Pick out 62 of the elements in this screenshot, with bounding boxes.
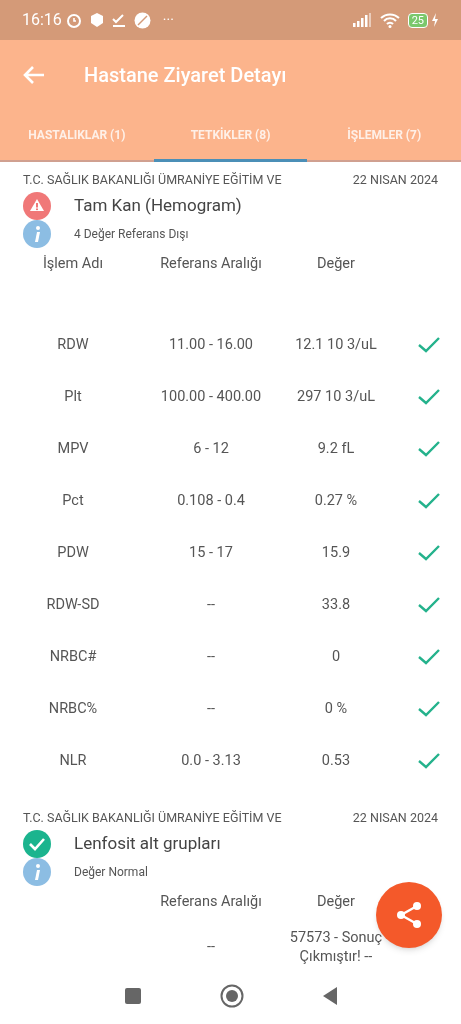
hospital-name: T.C. SAĞLIK BAKANLIĞI ÜMRANİYE EĞİTİM VE bbox=[23, 808, 282, 827]
share-icon bbox=[394, 900, 424, 930]
wifi-icon bbox=[379, 12, 400, 28]
info-text: 4 Değer Referans Dışı bbox=[74, 225, 189, 243]
table-cell-text: 0 bbox=[330, 647, 342, 667]
table-cell-text: NLR bbox=[58, 750, 88, 771]
table-cell-text: -- bbox=[206, 936, 216, 957]
square-icon bbox=[123, 987, 142, 1005]
table-cell-text: Plt bbox=[63, 386, 83, 407]
home-icon bbox=[219, 984, 244, 1008]
table-cell-text: 12.1 10 3/uL bbox=[294, 335, 378, 355]
date-text: 22 NISAN 2024 bbox=[352, 171, 438, 189]
table-cell-text: RDW-SD bbox=[45, 594, 101, 615]
more-text: ··· bbox=[162, 10, 174, 30]
table-cell-text: 0.53 bbox=[320, 751, 352, 771]
table-cell-text: MPV bbox=[56, 438, 90, 459]
table-cell-text: 15.9 bbox=[320, 543, 352, 563]
column-header: Referans Aralığı bbox=[159, 253, 263, 274]
charging-icon bbox=[431, 13, 439, 27]
tab[interactable]: İŞLEMLER (7) bbox=[307, 110, 461, 162]
column-header: Referans Aralığı bbox=[159, 891, 263, 912]
table-cell-text: 9.2 fL bbox=[316, 439, 356, 459]
tab[interactable]: HASTALIKLAR (1) bbox=[0, 110, 154, 162]
table-cell-text: 6 - 12 bbox=[192, 438, 230, 459]
column-header: Değer bbox=[316, 253, 356, 274]
test-name: Lenfosit alt grupları bbox=[74, 831, 221, 855]
disc-icon bbox=[133, 11, 151, 29]
info-icon bbox=[22, 856, 52, 887]
table-cell-text: -- bbox=[206, 698, 216, 719]
clock-text: 16:16 bbox=[22, 9, 62, 31]
page-title: Hastane Ziyaret Detayı bbox=[84, 62, 287, 89]
battery-icon: 25 bbox=[407, 12, 428, 28]
info-icon bbox=[22, 218, 52, 249]
info-text: Değer Normal bbox=[74, 863, 148, 881]
tab[interactable]: TETKİKLER (8) bbox=[153, 110, 308, 162]
table-cell-text: Pct bbox=[61, 490, 85, 511]
table-cell-text: NRBC% bbox=[47, 698, 99, 719]
checkmark-icon bbox=[110, 12, 127, 28]
table-cell-text: 57573 - Sonuç Çıkmıştır! -- bbox=[288, 927, 384, 966]
back-arrow-icon bbox=[23, 65, 45, 85]
signal-icon bbox=[351, 13, 372, 27]
table-cell-text: 33.8 bbox=[320, 595, 352, 615]
table-cell-text: 100.00 - 400.00 bbox=[159, 386, 263, 407]
table-cell-text: 297 10 3/uL bbox=[296, 387, 376, 407]
test-name: Tam Kan (Hemogram) bbox=[74, 194, 242, 217]
table-cell-text: 15 - 17 bbox=[188, 542, 234, 563]
table-cell-text: 0.27 % bbox=[313, 491, 359, 511]
hospital-name: T.C. SAĞLIK BAKANLIĞI ÜMRANİYE EĞİTİM VE bbox=[23, 171, 282, 189]
date-text: 22 NISAN 2024 bbox=[352, 808, 438, 827]
table-cell-text: 0.0 - 3.13 bbox=[180, 750, 242, 771]
table-cell-text: NRBC# bbox=[48, 646, 98, 667]
table-cell-text: -- bbox=[206, 646, 216, 667]
table-cell-text: RDW bbox=[56, 334, 90, 355]
table-cell-text: 11.00 - 16.00 bbox=[167, 334, 254, 355]
table-cell-text: -- bbox=[206, 594, 216, 615]
column-header: İşlem Adı bbox=[41, 253, 105, 274]
column-header: Değer bbox=[316, 891, 356, 912]
table-cell-text: 0.108 - 0.4 bbox=[176, 490, 246, 511]
alarm-icon bbox=[64, 11, 83, 29]
table-cell-text: 0 % bbox=[323, 699, 349, 719]
back-triangle-icon bbox=[321, 986, 338, 1006]
table-cell-text: PDW bbox=[56, 542, 90, 563]
